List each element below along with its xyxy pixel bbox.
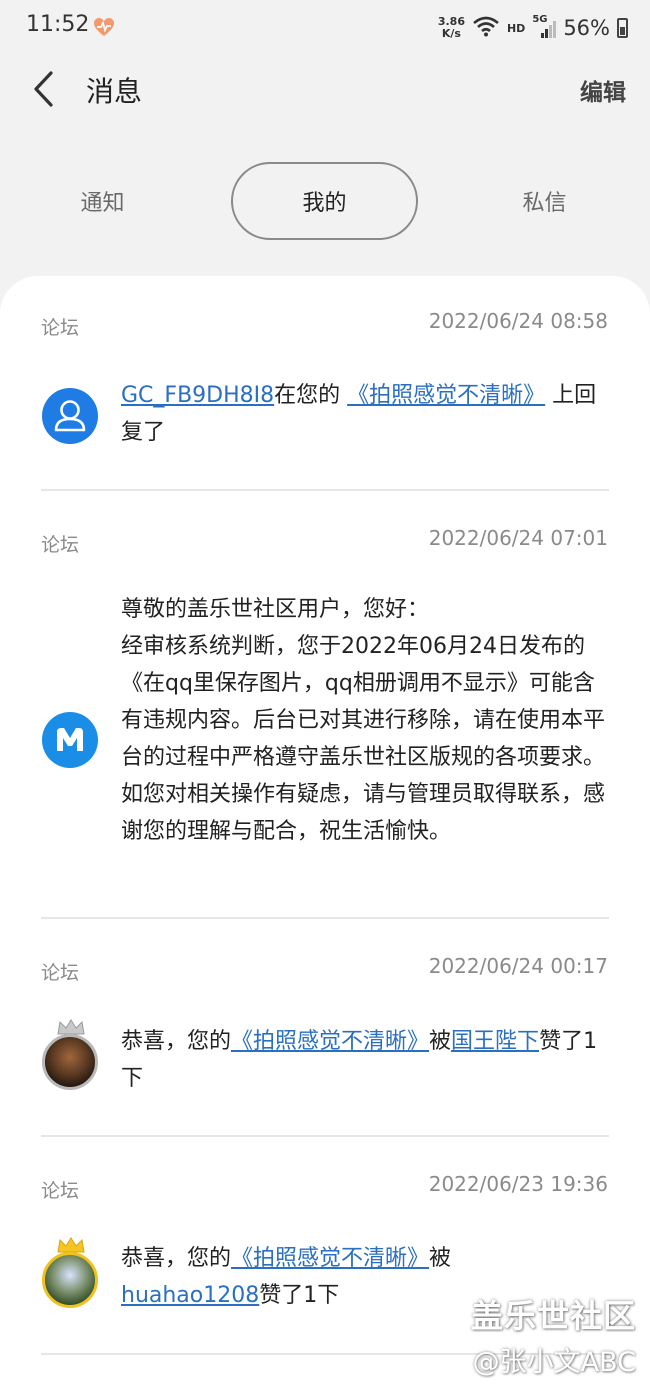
user-avatar[interactable] bbox=[42, 1034, 98, 1090]
system-avatar[interactable] bbox=[42, 712, 98, 768]
message-time: 2022/06/24 00:17 bbox=[428, 954, 608, 978]
message-time: 2022/06/24 08:58 bbox=[428, 309, 608, 333]
header: 消息 编辑 bbox=[0, 58, 650, 120]
list-item[interactable]: 论坛 2022/06/24 07:01 尊敬的盖乐世社区用户，您好： 经审核系统… bbox=[0, 492, 650, 920]
post-link[interactable]: 《拍照感觉不清晰》 bbox=[231, 1029, 429, 1054]
user-link[interactable]: huahao1208 bbox=[121, 1283, 259, 1308]
m-logo-icon bbox=[57, 728, 83, 751]
signal-icon: 5G bbox=[532, 14, 557, 40]
watermark-community: 盖乐世社区 bbox=[470, 1297, 636, 1335]
back-arrow-icon[interactable] bbox=[30, 70, 56, 108]
status-time: 11:52 bbox=[26, 12, 90, 37]
watermark-author: @张小文ABC bbox=[472, 1347, 636, 1378]
net-speed: 3.86 K/s bbox=[437, 15, 465, 40]
divider bbox=[41, 489, 609, 491]
message-list: 论坛 2022/06/24 08:58 GC_FB9DH8I8在您的 《拍照感觉… bbox=[0, 276, 650, 1394]
message-text: GC_FB9DH8I8在您的 《拍照感觉不清晰》 上回复了 bbox=[121, 383, 597, 445]
divider bbox=[41, 917, 609, 919]
user-avatar[interactable] bbox=[42, 1252, 98, 1308]
tab-notice[interactable]: 通知 bbox=[20, 162, 185, 240]
wifi-icon bbox=[472, 15, 500, 41]
list-item[interactable]: 论坛 2022/06/24 00:17 恭喜，您的《拍照感觉不清晰》被国王陛下赞… bbox=[0, 920, 650, 1138]
battery-icon bbox=[617, 18, 628, 38]
list-item[interactable]: 论坛 2022/06/24 08:58 GC_FB9DH8I8在您的 《拍照感觉… bbox=[0, 276, 650, 492]
page-title: 消息 bbox=[86, 75, 143, 108]
hd-label: HD bbox=[506, 21, 526, 35]
message-time: 2022/06/24 07:01 bbox=[428, 526, 608, 550]
message-time: 2022/06/23 19:36 bbox=[428, 1172, 608, 1196]
message-category: 论坛 bbox=[41, 534, 80, 556]
user-link[interactable]: GC_FB9DH8I8 bbox=[121, 383, 274, 408]
health-heart-icon bbox=[93, 17, 115, 37]
message-category: 论坛 bbox=[41, 1180, 80, 1202]
message-tabs: 通知 我的 私信 bbox=[0, 162, 650, 242]
divider bbox=[41, 1135, 609, 1137]
message-text: 恭喜，您的《拍照感觉不清晰》被国王陛下赞了1下 bbox=[121, 1029, 598, 1091]
status-bar: 11:52 3.86 K/s HD 5G 56% bbox=[0, 0, 650, 56]
user-avatar[interactable] bbox=[42, 388, 98, 444]
message-category: 论坛 bbox=[41, 962, 80, 984]
message-category: 论坛 bbox=[41, 317, 80, 339]
user-link[interactable]: 国王陛下 bbox=[451, 1029, 539, 1054]
battery-level: 56% bbox=[563, 16, 610, 40]
crown-icon bbox=[57, 1019, 85, 1035]
post-link[interactable]: 《拍照感觉不清晰》 bbox=[231, 1246, 429, 1271]
post-link[interactable]: 《拍照感觉不清晰》 bbox=[347, 383, 545, 408]
tab-mine[interactable]: 我的 bbox=[231, 162, 418, 240]
edit-button[interactable]: 编辑 bbox=[580, 73, 626, 107]
status-right: 3.86 K/s HD 5G 56% bbox=[438, 12, 628, 44]
crown-icon bbox=[57, 1237, 85, 1253]
message-text: 尊敬的盖乐世社区用户，您好： 经审核系统判断，您于2022年06月24日发布的《… bbox=[121, 597, 606, 844]
tab-direct-message[interactable]: 私信 bbox=[462, 162, 627, 240]
person-icon bbox=[54, 400, 86, 432]
